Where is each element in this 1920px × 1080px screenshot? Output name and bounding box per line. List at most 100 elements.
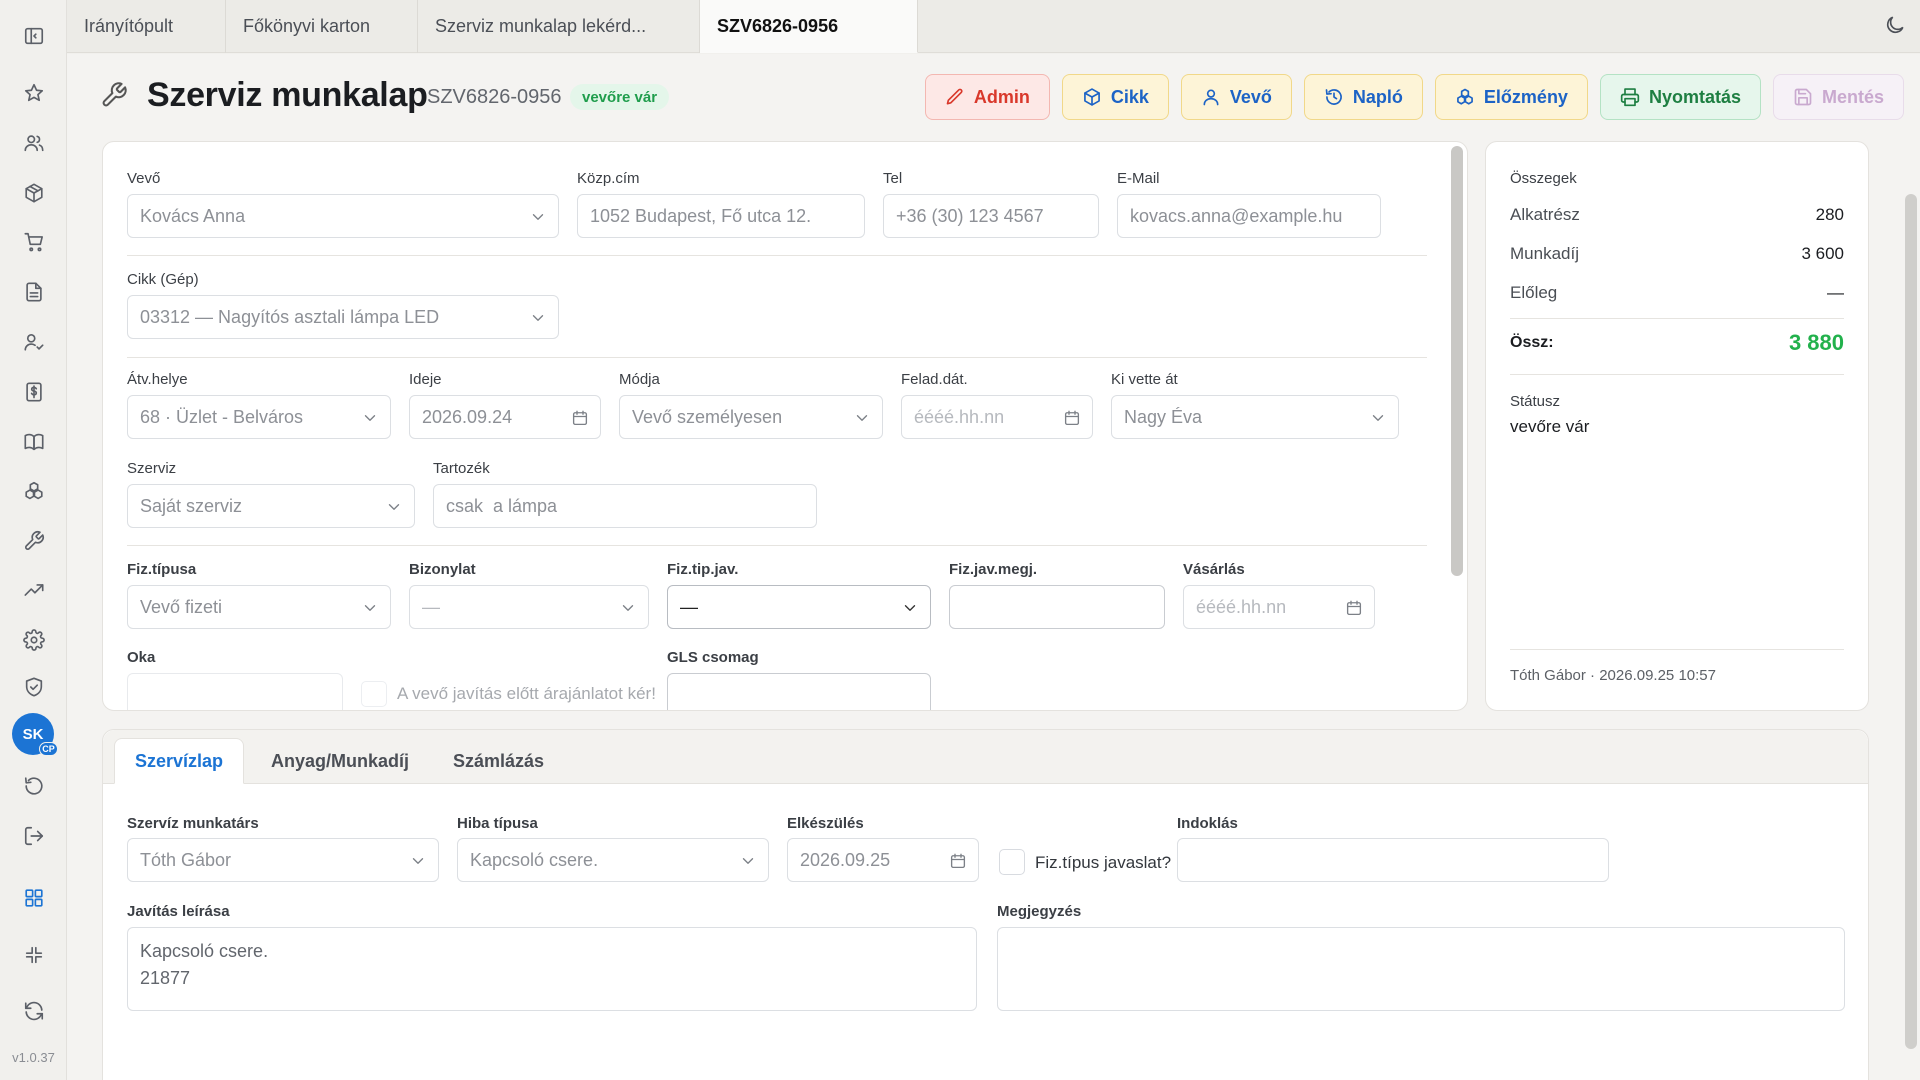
- modja-select[interactable]: Vevő személyesen: [619, 395, 883, 439]
- hibatipus-select[interactable]: Kapcsoló csere.: [457, 838, 769, 882]
- calendar-icon[interactable]: [1345, 599, 1363, 617]
- fiztipusa-label: Fiz.típusa: [127, 561, 197, 578]
- save-icon: [1794, 88, 1812, 106]
- minimize-icon[interactable]: [0, 935, 67, 975]
- fizjavmegj-label: Fiz.jav.megj.: [949, 561, 1038, 578]
- elkeszules-label: Elkészülés: [787, 815, 864, 832]
- divider: [127, 357, 1427, 358]
- oka-field[interactable]: [127, 673, 343, 710]
- javitas-leirasa-textarea[interactable]: Kapcsoló csere. 21877: [127, 927, 977, 1011]
- book-icon[interactable]: [0, 422, 67, 462]
- page-scrollbar[interactable]: [1905, 194, 1917, 1049]
- summary-status-value: vevőre vár: [1510, 417, 1590, 436]
- tab-iranyitopult[interactable]: Irányítópult: [67, 0, 226, 53]
- kozpcim-label: Közp.cím: [577, 170, 640, 187]
- refresh-icon[interactable]: [0, 991, 67, 1031]
- tartozek-field[interactable]: csak a lámpa: [433, 484, 817, 528]
- calendar-icon[interactable]: [1063, 409, 1081, 427]
- cikk-button[interactable]: Cikk: [1061, 74, 1169, 120]
- page-header: Szerviz munkalap SZV6826-0956 vevőre vár…: [67, 54, 1920, 140]
- logout-icon[interactable]: [0, 816, 67, 856]
- star-icon[interactable]: [0, 73, 67, 113]
- szerviz-select[interactable]: Saját szerviz: [127, 484, 415, 528]
- elkeszules-value: 2026.09.25: [800, 849, 891, 870]
- save-button[interactable]: Mentés: [1772, 74, 1904, 120]
- tel-field[interactable]: +36 (30) 123 4567: [883, 194, 1099, 238]
- atvhelye-select[interactable]: 68 · Üzlet - Belváros: [127, 395, 391, 439]
- email-field[interactable]: kovacs.anna@example.hu: [1117, 194, 1381, 238]
- print-button[interactable]: Nyomtatás: [1599, 74, 1761, 120]
- indoklas-field[interactable]: [1177, 838, 1609, 882]
- kivetteat-label: Ki vette át: [1111, 371, 1178, 388]
- sidebar-toggle-icon[interactable]: [0, 16, 67, 56]
- customer-form-card: Vevő Kovács Anna Közp.cím 1052 Budapest,…: [102, 141, 1468, 711]
- feladdat-date-input[interactable]: éééé.hh.nn: [901, 395, 1093, 439]
- divider: [1510, 374, 1844, 375]
- vevo-select[interactable]: Kovács Anna: [127, 194, 559, 238]
- package-icon[interactable]: [0, 173, 67, 213]
- megjegyzes-textarea[interactable]: [997, 927, 1845, 1011]
- calendar-icon[interactable]: [949, 852, 967, 870]
- fizjavmegj-field[interactable]: [949, 585, 1165, 629]
- cart-icon[interactable]: [0, 222, 67, 262]
- tab-szervizlap[interactable]: Szervízlap: [114, 738, 245, 784]
- tab-fokonyvi-karton[interactable]: Főkönyvi karton: [226, 0, 418, 53]
- modja-label: Módja: [619, 371, 660, 388]
- bizonylat-select[interactable]: —: [409, 585, 649, 629]
- fiztipus-javaslat-checkbox[interactable]: [999, 849, 1025, 875]
- fiztipjav-select[interactable]: —: [667, 585, 931, 629]
- theme-toggle-icon[interactable]: [1884, 14, 1908, 38]
- vasarlas-placeholder: éééé.hh.nn: [1196, 596, 1287, 617]
- vevo-button[interactable]: Vevő: [1180, 74, 1292, 120]
- megjegyzes-label: Megjegyzés: [997, 903, 1082, 920]
- divider: [127, 255, 1427, 256]
- cikk-select[interactable]: 03312 — Nagyítós asztali lámpa LED: [127, 295, 559, 339]
- fiztipjav-label: Fiz.tip.jav.: [667, 561, 739, 578]
- feladdat-placeholder: éééé.hh.nn: [914, 406, 1005, 427]
- munkatars-value: Tóth Gábor: [140, 849, 232, 870]
- print-button-label: Nyomtatás: [1648, 86, 1741, 107]
- vasarlas-date-input[interactable]: éééé.hh.nn: [1183, 585, 1375, 629]
- arajanlat-checkbox[interactable]: [361, 681, 387, 707]
- wrench-icon[interactable]: [0, 521, 67, 561]
- chevron-down-icon: [1369, 409, 1387, 427]
- modja-value: Vevő személyesen: [632, 406, 783, 427]
- elozmeny-button[interactable]: Előzmény: [1434, 74, 1588, 120]
- wrench-icon: [100, 81, 128, 109]
- munkatars-select[interactable]: Tóth Gábor: [127, 838, 439, 882]
- tab-anyag-munkadij[interactable]: Anyag/Munkadíj: [251, 738, 429, 784]
- kozpcim-field[interactable]: 1052 Budapest, Fő utca 12.: [577, 194, 865, 238]
- form-scrollbar[interactable]: [1451, 146, 1463, 576]
- elkeszules-date-input[interactable]: 2026.09.25: [787, 838, 979, 882]
- summary-row-label: Alkatrész: [1510, 205, 1580, 224]
- document-icon[interactable]: [0, 272, 67, 312]
- invoice-dollar-icon[interactable]: [0, 372, 67, 412]
- tab-szamlazas[interactable]: Számlázás: [433, 738, 564, 784]
- naplo-button[interactable]: Napló: [1303, 74, 1423, 120]
- shield-check-icon[interactable]: [0, 667, 67, 707]
- summary-title: Összegek: [1510, 170, 1577, 187]
- tab-szerviz-lekerdezes[interactable]: Szerviz munkalap lekérd...: [418, 0, 700, 53]
- tab-current-document[interactable]: SZV6826-0956: [700, 0, 918, 53]
- summary-total-value: 3 880: [1788, 330, 1844, 355]
- users-icon[interactable]: [0, 123, 67, 163]
- chevron-down-icon: [853, 409, 871, 427]
- package-icon: [1083, 88, 1100, 106]
- kivetteat-select[interactable]: Nagy Éva: [1111, 395, 1399, 439]
- summary-total: Össz: 3 880: [1510, 330, 1844, 364]
- trending-up-icon[interactable]: [0, 570, 67, 610]
- user-icon: [1203, 89, 1219, 106]
- fiztipusa-select[interactable]: Vevő fizeti: [127, 585, 391, 629]
- avatar-badge: CP: [39, 742, 58, 756]
- admin-button[interactable]: Admin: [924, 74, 1050, 120]
- grid-view-icon[interactable]: [0, 878, 67, 918]
- calendar-icon[interactable]: [571, 409, 589, 427]
- boxes-icon[interactable]: [0, 471, 67, 511]
- ideje-date-input[interactable]: 2026.09.24: [409, 395, 601, 439]
- cikk-button-label: Cikk: [1110, 86, 1149, 107]
- undo-icon[interactable]: [0, 766, 67, 806]
- gear-icon[interactable]: [0, 620, 67, 660]
- divider: [1510, 318, 1844, 319]
- user-check-icon[interactable]: [0, 322, 67, 362]
- gls-field[interactable]: [667, 673, 931, 710]
